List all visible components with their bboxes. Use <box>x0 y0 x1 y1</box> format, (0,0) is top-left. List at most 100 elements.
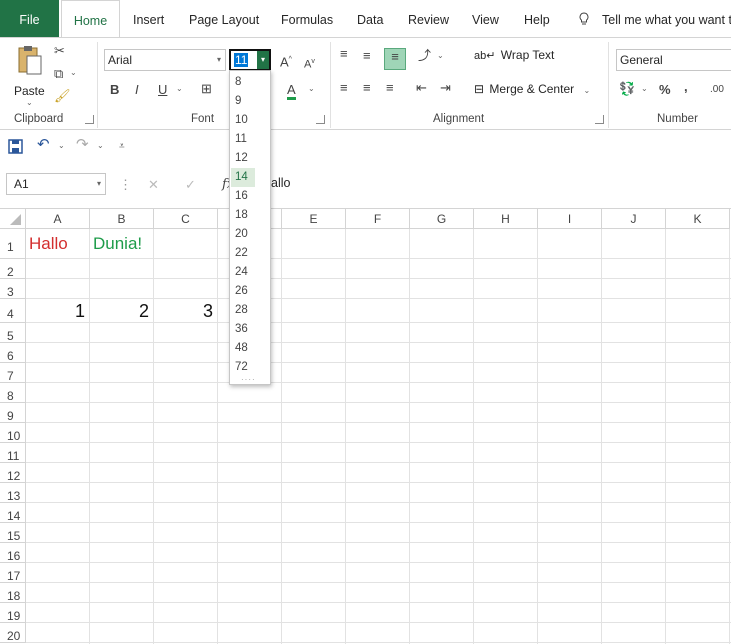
percent-style-button[interactable]: % <box>659 82 671 98</box>
copy-icon[interactable]: ⧉ <box>54 66 63 82</box>
orientation-icon[interactable]: ⤴ <box>418 48 431 64</box>
row-header[interactable]: 3 <box>0 279 26 299</box>
chevron-down-icon[interactable]: ⌄ <box>70 68 77 77</box>
chevron-down-icon[interactable]: ▾ <box>257 51 269 69</box>
dialog-launcher-icon[interactable] <box>85 115 94 124</box>
row-header[interactable]: 17 <box>0 563 26 583</box>
font-size-option[interactable]: 9 <box>231 92 255 111</box>
cell-b4[interactable]: 2 <box>93 300 149 322</box>
row-header[interactable]: 9 <box>0 403 26 423</box>
worksheet-grid[interactable]: ABCDEFGHIJK 1234567891011121314151617181… <box>0 208 731 644</box>
font-size-option[interactable]: 12 <box>231 149 255 168</box>
column-header[interactable]: A <box>26 209 90 229</box>
chevron-down-icon[interactable]: ⌄ <box>641 84 648 93</box>
cell-c4[interactable]: 3 <box>157 300 213 322</box>
column-header[interactable]: I <box>538 209 602 229</box>
chevron-down-icon[interactable]: ⌄ <box>437 51 444 60</box>
tab-file[interactable]: File <box>0 0 59 37</box>
tab-page-layout[interactable]: Page Layout <box>189 0 259 37</box>
cut-icon[interactable]: ✂ <box>54 43 65 59</box>
column-header[interactable]: F <box>346 209 410 229</box>
column-header[interactable]: B <box>90 209 154 229</box>
accounting-format-icon[interactable]: 💱 <box>619 81 635 97</box>
enter-icon[interactable]: ✓ <box>185 177 196 193</box>
shrink-font-button[interactable]: Av <box>304 54 315 73</box>
grow-font-button[interactable]: A^ <box>280 52 292 70</box>
align-center-icon[interactable]: ≡ <box>363 80 371 96</box>
number-format-select[interactable]: General <box>616 49 731 71</box>
chevron-down-icon[interactable]: ⌄ <box>97 141 104 150</box>
save-icon[interactable] <box>8 139 23 154</box>
font-size-option[interactable]: 48 <box>231 339 255 358</box>
align-top-icon[interactable]: ≡ <box>340 46 348 62</box>
font-size-option[interactable]: 18 <box>231 206 255 225</box>
font-size-option[interactable]: 10 <box>231 111 255 130</box>
font-size-option[interactable]: 11 <box>231 130 255 149</box>
align-middle-icon[interactable]: ≡ <box>363 48 371 64</box>
increase-indent-icon[interactable]: ⇥ <box>440 80 451 96</box>
underline-button[interactable]: U <box>158 82 167 98</box>
wrap-text-button[interactable]: ab↵ Wrap Text <box>474 48 554 62</box>
cell-a1[interactable]: Hallo <box>29 230 85 258</box>
font-size-option[interactable]: 24 <box>231 263 255 282</box>
column-header[interactable]: K <box>666 209 730 229</box>
cell-b1[interactable]: Dunia! <box>93 230 149 258</box>
row-header[interactable]: 14 <box>0 503 26 523</box>
align-bottom-icon[interactable]: ≡ <box>384 48 406 70</box>
tab-insert[interactable]: Insert <box>133 0 164 37</box>
dialog-launcher-icon[interactable] <box>316 115 325 124</box>
chevron-down-icon[interactable]: ⌄ <box>176 84 183 93</box>
format-painter-icon[interactable]: 🖌 <box>54 88 71 104</box>
font-size-option[interactable]: 22 <box>231 244 255 263</box>
column-header[interactable]: G <box>410 209 474 229</box>
row-header[interactable]: 5 <box>0 323 26 343</box>
font-size-option[interactable]: 8 <box>231 73 255 92</box>
font-size-option[interactable]: 72 <box>231 358 255 377</box>
row-header[interactable]: 15 <box>0 523 26 543</box>
font-size-option[interactable]: 16 <box>231 187 255 206</box>
font-size-option[interactable]: 36 <box>231 320 255 339</box>
chevron-down-icon[interactable]: ⌄ <box>308 84 315 93</box>
row-header[interactable]: 11 <box>0 443 26 463</box>
customize-toolbar-icon[interactable]: ⩡ <box>119 139 125 155</box>
font-size-option[interactable]: 14 <box>231 168 255 187</box>
paste-button[interactable]: Paste ⌄ <box>10 44 50 107</box>
row-header[interactable]: 19 <box>0 603 26 623</box>
row-header[interactable]: 8 <box>0 383 26 403</box>
font-size-option[interactable]: 20 <box>231 225 255 244</box>
column-header[interactable]: E <box>282 209 346 229</box>
cell-a4[interactable]: 1 <box>29 300 85 322</box>
row-header[interactable]: 4 <box>0 299 26 323</box>
cancel-icon[interactable]: ✕ <box>148 177 159 193</box>
align-right-icon[interactable]: ≡ <box>386 80 394 96</box>
redo-icon[interactable]: ↷ <box>76 137 89 153</box>
row-header[interactable]: 13 <box>0 483 26 503</box>
comma-style-button[interactable]: , <box>684 79 688 95</box>
font-size-select[interactable]: 11 ▾ <box>229 49 271 71</box>
tab-formulas[interactable]: Formulas <box>281 0 333 37</box>
increase-decimal-button[interactable]: .00 <box>710 82 724 98</box>
decrease-indent-icon[interactable]: ⇤ <box>416 80 427 96</box>
font-name-select[interactable]: Arial ▾ <box>104 49 226 71</box>
italic-button[interactable]: I <box>135 82 139 98</box>
font-size-option[interactable]: 28 <box>231 301 255 320</box>
row-header[interactable]: 10 <box>0 423 26 443</box>
dialog-launcher-icon[interactable] <box>595 115 604 124</box>
tab-view[interactable]: View <box>472 0 499 37</box>
row-header[interactable]: 7 <box>0 363 26 383</box>
font-size-option[interactable]: 26 <box>231 282 255 301</box>
undo-icon[interactable]: ↶ <box>37 137 50 153</box>
column-header[interactable]: J <box>602 209 666 229</box>
select-all-button[interactable] <box>0 209 26 229</box>
font-color-button[interactable]: A <box>287 82 296 100</box>
align-left-icon[interactable]: ≡ <box>340 80 348 96</box>
tab-help[interactable]: Help <box>524 0 550 37</box>
merge-center-button[interactable]: ⊟ Merge & Center ⌄ <box>474 82 590 96</box>
column-header[interactable]: H <box>474 209 538 229</box>
tab-home[interactable]: Home <box>61 0 120 37</box>
borders-icon[interactable]: ⊞ <box>201 81 212 97</box>
row-header[interactable]: 1 <box>0 229 26 259</box>
chevron-down-icon[interactable]: ⌄ <box>58 141 65 150</box>
row-header[interactable]: 12 <box>0 463 26 483</box>
name-box[interactable]: A1 ▾ <box>6 173 106 195</box>
